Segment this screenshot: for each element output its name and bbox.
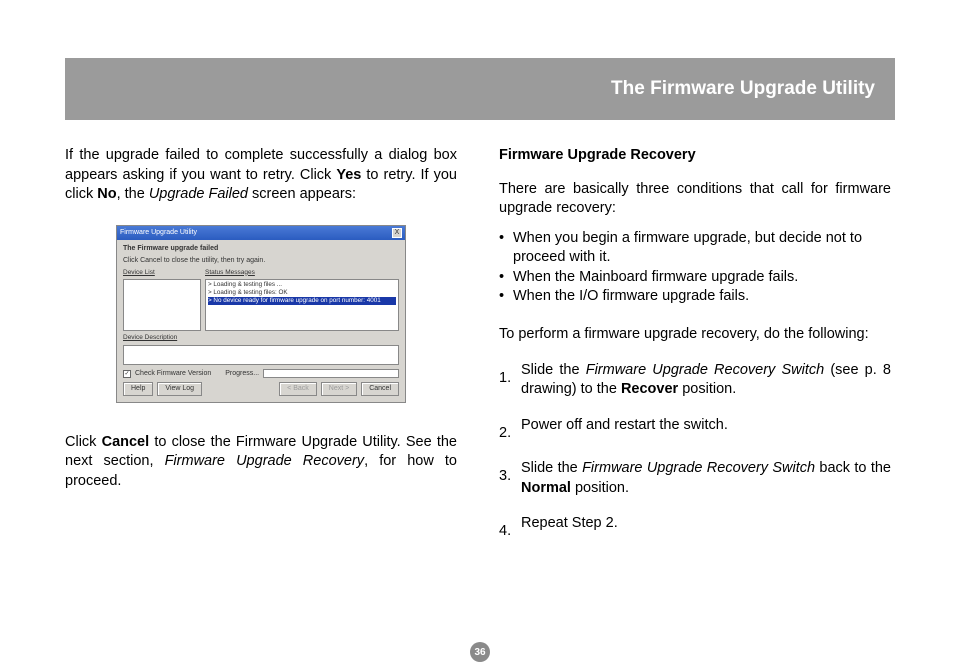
step-number: 1. — [499, 361, 521, 400]
step-4: 4. Repeat Step 2. — [499, 514, 891, 542]
left-para-1: If the upgrade failed to complete succes… — [65, 146, 457, 205]
recovery-intro: There are basically three conditions tha… — [499, 180, 891, 219]
dialog-titlebar: Firmware Upgrade Utility X — [117, 226, 405, 240]
text-italic: Firmware Upgrade Recovery Switch — [586, 362, 824, 378]
status-line-highlighted: > No device ready for firmware upgrade o… — [208, 297, 396, 305]
section-header: The Firmware Upgrade Utility — [65, 58, 895, 120]
check-firmware-label: Check Firmware Version — [135, 369, 211, 378]
bullet-item: •When the Mainboard firmware upgrade fai… — [499, 268, 891, 288]
bullet-icon: • — [499, 287, 513, 307]
content-columns: If the upgrade failed to complete succes… — [65, 146, 895, 558]
embedded-screenshot: Firmware Upgrade Utility X The Firmware … — [65, 225, 457, 403]
manual-page: The Firmware Upgrade Utility If the upgr… — [65, 58, 895, 558]
status-line: > Loading & testing files ... — [208, 281, 396, 289]
text-bold-no: No — [97, 186, 116, 202]
check-row: ✓ Check Firmware Version Progress... — [123, 369, 399, 378]
check-firmware-checkbox[interactable]: ✓ — [123, 370, 131, 378]
recovery-lead: To perform a firmware upgrade recovery, … — [499, 325, 891, 345]
text-bold-cancel: Cancel — [102, 434, 150, 450]
dialog-message-1: The Firmware upgrade failed — [123, 244, 399, 253]
text: Click — [65, 434, 102, 450]
close-icon[interactable]: X — [392, 228, 402, 238]
bullet-item: •When you begin a firmware upgrade, but … — [499, 229, 891, 268]
bullet-text: When you begin a firmware upgrade, but d… — [513, 229, 891, 268]
page-number-badge: 36 — [470, 642, 490, 662]
step-number: 4. — [499, 514, 521, 542]
text-italic-fur: Firmware Upgrade Recovery — [165, 453, 364, 469]
dialog-body: The Firmware upgrade failed Click Cancel… — [117, 240, 405, 402]
device-description-label: Device Description — [123, 334, 399, 343]
text: back to the — [815, 460, 891, 476]
next-button[interactable]: Next > — [321, 382, 357, 396]
view-log-button[interactable]: View Log — [157, 382, 202, 396]
text-bold: Recover — [621, 381, 678, 397]
device-description-group: Device Description — [123, 334, 399, 365]
text-italic-upgrade-failed: Upgrade Failed — [149, 186, 248, 202]
step-number: 3. — [499, 459, 521, 498]
step-text: Repeat Step 2. — [521, 514, 891, 542]
bullet-text: When the Mainboard firmware upgrade fail… — [513, 268, 891, 288]
step-text: Slide the Firmware Upgrade Recovery Swit… — [521, 361, 891, 400]
status-messages-label: Status Messages — [205, 269, 399, 278]
step-2: 2. Power off and restart the switch. — [499, 416, 891, 444]
device-list-label: Device List — [123, 269, 201, 278]
text: Slide the — [521, 460, 582, 476]
bullet-icon: • — [499, 268, 513, 288]
dialog-button-row: Help View Log < Back Next > Cancel — [123, 382, 399, 400]
step-3: 3. Slide the Firmware Upgrade Recovery S… — [499, 459, 891, 498]
progress-bar — [263, 369, 399, 378]
dialog-title: Firmware Upgrade Utility — [120, 228, 197, 237]
back-button[interactable]: < Back — [279, 382, 317, 396]
bullet-item: •When the I/O firmware upgrade fails. — [499, 287, 891, 307]
step-text: Power off and restart the switch. — [521, 416, 891, 444]
recovery-heading: Firmware Upgrade Recovery — [499, 146, 891, 166]
text-bold-yes: Yes — [336, 167, 361, 183]
device-list-group: Device List — [123, 269, 201, 332]
left-column: If the upgrade failed to complete succes… — [65, 146, 457, 558]
dialog-message-2: Click Cancel to close the utility, then … — [123, 256, 399, 265]
status-messages-group: Status Messages > Loading & testing file… — [205, 269, 399, 332]
device-description-box[interactable] — [123, 345, 399, 365]
status-messages-box[interactable]: > Loading & testing files ... > Loading … — [205, 279, 399, 331]
step-1: 1. Slide the Firmware Upgrade Recovery S… — [499, 361, 891, 400]
left-para-2: Click Cancel to close the Firmware Upgra… — [65, 433, 457, 492]
text: position. — [571, 480, 629, 496]
step-text: Slide the Firmware Upgrade Recovery Swit… — [521, 459, 891, 498]
firmware-dialog: Firmware Upgrade Utility X The Firmware … — [116, 225, 406, 403]
bullet-list: •When you begin a firmware upgrade, but … — [499, 229, 891, 307]
text: screen appears: — [248, 186, 356, 202]
text: position. — [678, 381, 736, 397]
section-title: The Firmware Upgrade Utility — [611, 78, 875, 100]
cancel-button[interactable]: Cancel — [361, 382, 399, 396]
text-bold: Normal — [521, 480, 571, 496]
status-line: > Loading & testing files: OK — [208, 289, 396, 297]
device-list-box[interactable] — [123, 279, 201, 331]
progress-label: Progress... — [225, 369, 259, 378]
step-number: 2. — [499, 416, 521, 444]
steps-list: 1. Slide the Firmware Upgrade Recovery S… — [499, 361, 891, 542]
help-button[interactable]: Help — [123, 382, 153, 396]
text-italic: Firmware Upgrade Recovery Switch — [582, 460, 815, 476]
text: Slide the — [521, 362, 586, 378]
bullet-text: When the I/O firmware upgrade fails. — [513, 287, 891, 307]
text: , the — [117, 186, 149, 202]
page-footer: 36 — [65, 642, 895, 662]
bullet-icon: • — [499, 229, 513, 268]
right-column: Firmware Upgrade Recovery There are basi… — [499, 146, 891, 558]
